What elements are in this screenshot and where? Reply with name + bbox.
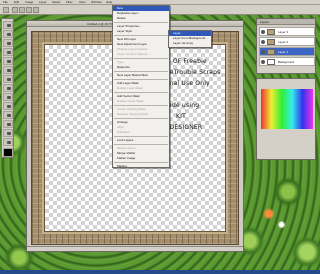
layer-menu-item[interactable]: Layer Style	[113, 29, 169, 34]
menu-separator	[114, 105, 168, 106]
intersect-selection-icon[interactable]	[33, 7, 39, 13]
new-submenu: Layer... Layer From Background... Layer vi…	[168, 30, 212, 48]
menu-separator	[114, 35, 168, 36]
eye-icon[interactable]	[261, 60, 265, 64]
layer-thumbnail	[267, 39, 275, 45]
type-tool-icon[interactable]	[3, 120, 13, 128]
layer-name: Layer 1	[278, 50, 289, 54]
layer-name: Layer 3	[278, 30, 289, 34]
subtract-selection-icon[interactable]	[26, 7, 32, 13]
taskbar	[0, 270, 320, 274]
add-selection-icon[interactable]	[19, 7, 25, 13]
layer-name: Layer 2	[278, 40, 289, 44]
layer-row[interactable]: Layer 1	[259, 47, 315, 56]
menu-separator	[114, 162, 168, 163]
menu-separator	[114, 118, 168, 119]
layer-menu-item[interactable]: Rasterize	[113, 65, 169, 70]
layer-menu-item: Release Clipping Mask	[117, 112, 148, 116]
marquee-tool-icon[interactable]	[3, 30, 13, 38]
color-swatch-icon[interactable]	[3, 148, 13, 157]
layer-thumbnail	[267, 49, 275, 55]
layer-thumbnail	[267, 29, 275, 35]
layer-menu-item[interactable]: New Layer Based Slice	[113, 73, 169, 78]
layers-panel: Layers Layer 3 Layer 2 Layer 1 Backgroun…	[256, 18, 316, 74]
healing-tool-icon[interactable]	[3, 57, 13, 65]
layer-menu-item[interactable]: Matting	[113, 164, 169, 169]
menu-separator	[114, 58, 168, 59]
crop-tool-icon[interactable]	[3, 48, 13, 56]
menu-separator	[114, 71, 168, 72]
layer-thumbnail	[267, 59, 275, 65]
layer-menu-item[interactable]: Flatten Image	[113, 156, 169, 161]
layer-menu-item[interactable]: Delete	[113, 16, 169, 21]
tool-preset-icon[interactable]	[3, 7, 9, 13]
pen-tool-icon[interactable]	[3, 111, 13, 119]
layer-row[interactable]: Layer 2	[259, 37, 315, 46]
toolbox	[1, 18, 14, 158]
layer-menu-item: Distribute	[117, 130, 130, 134]
new-selection-icon[interactable]	[12, 7, 18, 13]
layer-menu-item: Enable Layer Mask	[117, 86, 143, 90]
menu-separator	[114, 22, 168, 23]
move-tool-icon[interactable]	[3, 21, 13, 29]
eye-icon[interactable]	[261, 40, 265, 44]
menu-separator	[114, 79, 168, 80]
eraser-tool-icon[interactable]	[3, 84, 13, 92]
eye-icon[interactable]	[261, 30, 265, 34]
layers-panel-title: Layers	[260, 20, 270, 24]
gradient-tool-icon[interactable]	[3, 93, 13, 101]
layer-row[interactable]: Layer 3	[259, 27, 315, 36]
layer-menu-item[interactable]: Lock Layers...	[113, 138, 169, 143]
hand-tool-icon[interactable]	[3, 129, 13, 137]
stamp-tool-icon[interactable]	[3, 75, 13, 83]
layer-menu-item: Layer Content Options...	[117, 52, 150, 56]
new-submenu-item[interactable]: Layer via Copy	[169, 41, 211, 46]
lasso-tool-icon[interactable]	[3, 39, 13, 47]
menu-separator	[114, 144, 168, 145]
brush-tool-icon[interactable]	[3, 66, 13, 74]
menu-separator	[114, 92, 168, 93]
layers-panel-header: Layers	[257, 19, 315, 25]
zoom-tool-icon[interactable]	[3, 138, 13, 146]
eye-icon[interactable]	[261, 50, 265, 54]
layer-row[interactable]: Background	[259, 57, 315, 66]
layer-name: Background	[278, 60, 295, 64]
color-palette	[256, 78, 316, 160]
document-status-bar	[27, 246, 243, 251]
color-ramp[interactable]	[261, 89, 313, 129]
dodge-tool-icon[interactable]	[3, 102, 13, 110]
layer-menu-item: Enable Vector Mask	[117, 99, 144, 103]
menu-separator	[114, 136, 168, 137]
layer-menu: New Duplicate Layer... Delete Layer Propert…	[112, 5, 170, 168]
